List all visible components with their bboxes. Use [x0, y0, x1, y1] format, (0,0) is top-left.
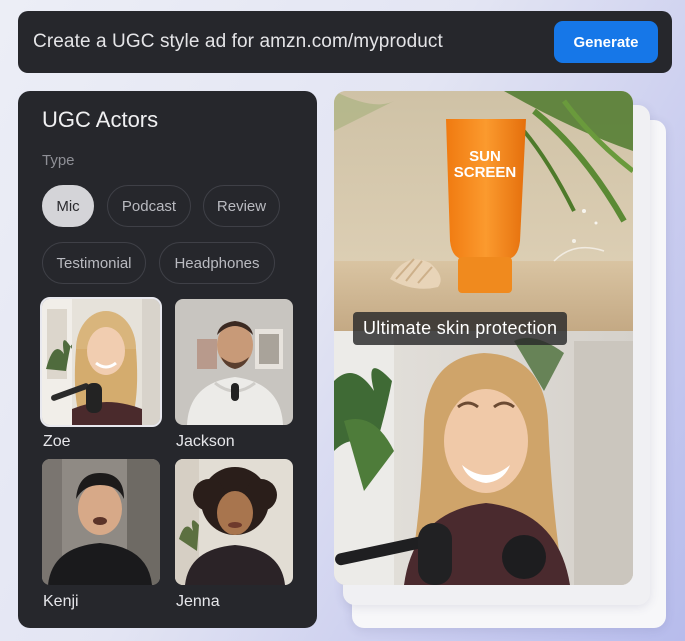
ad-preview[interactable]: SUN SCREEN Ultimate skin protection: [334, 91, 633, 585]
actor-card-kenji[interactable]: Kenji: [42, 459, 160, 611]
ugc-actors-panel: UGC Actors Type Mic Podcast Review Testi…: [18, 91, 317, 628]
kenji-photo-icon: [42, 459, 160, 585]
actor-photo-kenji[interactable]: [42, 459, 160, 585]
actor-card-jackson[interactable]: Jackson: [175, 299, 293, 451]
actor-photo-zoe[interactable]: [40, 297, 162, 427]
actor-name-jenna: Jenna: [176, 593, 220, 610]
jackson-photo-icon: [175, 299, 293, 425]
chip-headphones[interactable]: Headphones: [159, 242, 275, 284]
prompt-bar: Create a UGC style ad for amzn.com/mypro…: [18, 11, 672, 73]
jenna-photo-icon: [175, 459, 293, 585]
actor-name-kenji: Kenji: [43, 593, 79, 610]
chip-mic[interactable]: Mic: [42, 185, 94, 227]
actor-name-zoe: Zoe: [43, 433, 71, 450]
product-line2: SCREEN: [454, 164, 517, 181]
product-line1: SUN: [469, 148, 501, 165]
chip-podcast[interactable]: Podcast: [107, 185, 191, 227]
panel-title: UGC Actors: [42, 107, 159, 132]
actor-name-jackson: Jackson: [176, 433, 235, 450]
actor-card-zoe[interactable]: Zoe: [40, 297, 162, 451]
actor-card-jenna[interactable]: Jenna: [175, 459, 293, 611]
actor-photo-jenna[interactable]: [175, 459, 293, 585]
generate-button[interactable]: Generate: [554, 21, 658, 63]
ad-caption: Ultimate skin protection: [353, 312, 568, 345]
chip-testimonial[interactable]: Testimonial: [42, 242, 146, 284]
chip-review[interactable]: Review: [203, 185, 280, 227]
prompt-input[interactable]: Create a UGC style ad for amzn.com/mypro…: [33, 31, 554, 53]
actor-photo-jackson[interactable]: [175, 299, 293, 425]
type-label: Type: [42, 152, 75, 169]
zoe-photo-icon: [42, 299, 160, 425]
